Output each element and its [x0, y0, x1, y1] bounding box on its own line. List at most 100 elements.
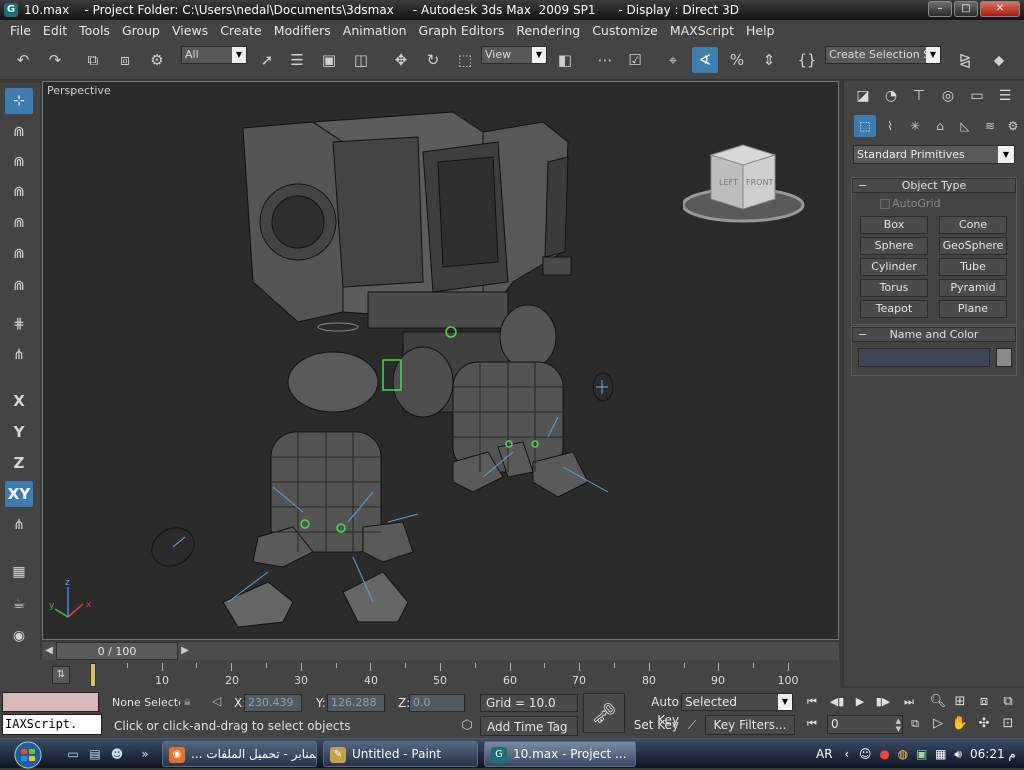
volume-icon[interactable]: 🔊︎ — [954, 747, 962, 761]
time-slider-thumb[interactable]: 0 / 100 — [56, 642, 178, 660]
time-tag-icon[interactable]: ⬡ — [457, 716, 477, 736]
cone-button[interactable]: Cone — [939, 216, 1007, 234]
taskbar-paint[interactable]: ✎ Untitled - Paint — [323, 741, 478, 767]
minimize-button[interactable]: – — [928, 1, 952, 17]
axis-y-button[interactable]: Y — [5, 419, 33, 445]
zoom-extents-icon[interactable]: ⧈ — [974, 692, 994, 712]
taskbar-firefox[interactable]: ◉ ... المنابر - تحميل الملفات — [162, 741, 317, 767]
angle-snap-icon[interactable]: ∢ — [692, 47, 718, 73]
maxscript-input[interactable]: IAXScript. — [2, 714, 102, 735]
auto-key-button[interactable]: Auto Key — [627, 693, 679, 727]
edit-named-selection-icon[interactable]: {} — [794, 47, 820, 73]
window-crossing-icon[interactable]: ◫ — [348, 47, 374, 73]
play-icon[interactable]: ▶ — [850, 693, 870, 711]
object-type-header[interactable]: − Object Type — [852, 178, 1016, 193]
previous-frame-icon[interactable]: ◀▮ — [827, 693, 847, 711]
bind-space-warp-icon[interactable]: ⚙ — [144, 47, 170, 73]
menu-group[interactable]: Group — [116, 23, 166, 38]
undo-icon[interactable]: ↶ — [10, 47, 36, 73]
menu-tools[interactable]: Tools — [73, 23, 116, 38]
unlink-icon[interactable]: ⧈ — [112, 47, 138, 73]
messenger-icon[interactable]: ☻ — [108, 746, 126, 762]
z-coordinate-field[interactable]: 0.0 — [409, 694, 465, 712]
teapot-button[interactable]: Teapot — [860, 300, 928, 318]
go-to-start-icon[interactable]: ⏮ — [802, 693, 822, 711]
teapot-icon[interactable]: ☕ — [5, 591, 33, 617]
axis-x-button[interactable]: X — [5, 388, 33, 414]
sphere-button[interactable]: Sphere — [860, 237, 928, 255]
network-icon[interactable]: ▦ — [935, 747, 946, 761]
menu-create[interactable]: Create — [214, 23, 268, 38]
time-back-icon[interactable]: ◀ — [42, 642, 56, 660]
named-selection-dropdown[interactable]: Create Selection Se ▼ — [825, 46, 941, 64]
redo-icon[interactable]: ↷ — [42, 47, 68, 73]
reference-coord-dropdown[interactable]: View ▼ — [481, 46, 547, 64]
taskbar-3dsmax[interactable]: G 10.max - Project ... — [484, 741, 636, 767]
menu-views[interactable]: Views — [166, 23, 214, 38]
shapes-icon[interactable]: ⌇ — [879, 115, 901, 137]
menu-rendering[interactable]: Rendering — [510, 23, 586, 38]
lights-icon[interactable]: ✳ — [904, 115, 926, 137]
geometry-icon[interactable]: ⬚ — [854, 115, 876, 137]
3dsmax-app-icon[interactable]: G — [4, 3, 18, 17]
object-color-swatch[interactable] — [996, 348, 1012, 367]
go-to-end-icon[interactable]: ⏭ — [899, 693, 919, 711]
rectangular-region-icon[interactable]: ▣ — [316, 47, 342, 73]
time-forward-icon[interactable]: ▶ — [178, 642, 192, 660]
menu-customize[interactable]: Customize — [586, 23, 664, 38]
menu-modifiers[interactable]: Modifiers — [268, 23, 337, 38]
pivot-center-icon[interactable]: ◧ — [552, 47, 578, 73]
select-object-icon[interactable]: ➚ — [254, 47, 280, 73]
box-button[interactable]: Box — [860, 216, 928, 234]
maxscript-listener-mini[interactable] — [2, 692, 99, 712]
keyboard-shortcut-icon[interactable]: ☑ — [622, 47, 648, 73]
rotate-icon[interactable]: ↻ — [420, 47, 446, 73]
object-name-field[interactable] — [858, 348, 990, 367]
link-icon[interactable]: ⧉ — [80, 47, 106, 73]
snap-magnet-icon[interactable]: ⋒ — [5, 179, 33, 205]
language-indicator[interactable]: AR — [816, 747, 833, 761]
track-bar[interactable]: 10 20 30 40 50 60 70 80 90 100 — [0, 660, 840, 688]
autogrid-checkbox[interactable]: AutoGrid — [852, 196, 1016, 212]
torus-button[interactable]: Torus — [860, 279, 928, 297]
current-frame-field[interactable]: 0 ▲ ▼ — [827, 715, 903, 734]
add-time-tag-button[interactable]: Add Time Tag — [480, 716, 578, 736]
snap-magnet-icon[interactable]: ⋒ — [5, 273, 33, 299]
snap-xy-icon[interactable]: ⋔ — [5, 342, 33, 368]
tray-app-icon[interactable]: ◍ — [898, 747, 908, 761]
snap-magnet-icon[interactable]: ⋒ — [5, 119, 33, 145]
current-frame-marker[interactable] — [90, 663, 96, 687]
pan-icon[interactable]: ✋ — [950, 714, 970, 734]
plane-button[interactable]: Plane — [939, 300, 1007, 318]
orbit-icon[interactable]: ✣ — [974, 714, 994, 734]
perspective-viewport[interactable]: Perspective x z y LEFT FRONT — [42, 81, 839, 640]
antivirus-icon[interactable]: ● — [879, 747, 889, 761]
motion-tab-icon[interactable]: ◎ — [937, 85, 959, 107]
pyramid-button[interactable]: Pyramid — [939, 279, 1007, 297]
tray-expand-icon[interactable]: ‹ — [844, 747, 849, 761]
viewcube[interactable]: LEFT FRONT — [683, 137, 813, 227]
utilities-tab-icon[interactable]: ☰ — [994, 85, 1016, 107]
display-tab-icon[interactable]: ▭ — [966, 85, 988, 107]
selection-filter-dropdown[interactable]: All ▼ — [181, 46, 247, 64]
menu-edit[interactable]: Edit — [37, 23, 73, 38]
open-mini-curve-editor-icon[interactable]: ⇅ — [52, 666, 70, 684]
modify-tab-icon[interactable]: ◔ — [880, 85, 902, 107]
time-configuration-icon[interactable]: ⧉ — [905, 715, 925, 733]
select-by-name-icon[interactable]: ☰ — [284, 47, 310, 73]
scale-icon[interactable]: ⬚ — [452, 47, 478, 73]
set-key-icon[interactable]: 🗝︎ — [583, 693, 625, 733]
x-coordinate-field[interactable]: 230.439 — [244, 694, 302, 712]
cameras-icon[interactable]: ⌂ — [929, 115, 951, 137]
key-mode-toggle-icon[interactable]: ⏮ — [802, 715, 822, 733]
windows-start-icon[interactable] — [8, 740, 48, 770]
menu-file[interactable]: File — [4, 23, 37, 38]
tube-button[interactable]: Tube — [939, 258, 1007, 276]
cylinder-button[interactable]: Cylinder — [860, 258, 928, 276]
zoom-extents-all-icon[interactable]: ⧉ — [998, 692, 1018, 712]
key-mode-dropdown[interactable]: Selected ▼ — [681, 693, 793, 711]
maximize-button[interactable]: □ — [954, 1, 978, 17]
spinner-snap-icon[interactable]: ⇕ — [756, 47, 782, 73]
render-icon[interactable]: ◉ — [5, 623, 33, 649]
user-icon[interactable]: ☺ — [859, 747, 872, 761]
